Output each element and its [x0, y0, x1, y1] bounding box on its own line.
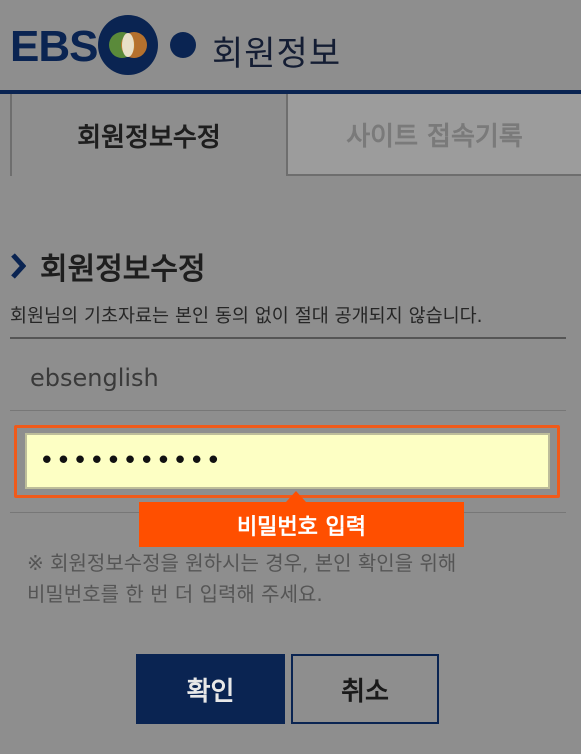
ebs-logo-text[interactable]: EBS	[10, 22, 98, 72]
chevron-right-icon	[11, 253, 26, 279]
page-title: 회원정보	[212, 34, 342, 74]
divider	[10, 337, 566, 339]
notice-line: 비밀번호를 한 번 더 입력해 주세요.	[27, 582, 323, 606]
tooltip-arrow	[286, 491, 306, 502]
section-title: 회원정보수정	[40, 252, 206, 287]
section-heading: 회원정보수정	[10, 244, 206, 288]
divider	[10, 410, 566, 411]
confirm-button[interactable]: 확인	[136, 654, 285, 724]
privacy-description: 회원님의 기초자료는 본인 동의 없이 절대 공개되지 않습니다.	[10, 306, 483, 327]
user-id-field: ebsenglish	[30, 364, 159, 392]
cancel-button[interactable]: 취소	[291, 654, 439, 724]
password-tooltip: 비밀번호 입력	[139, 502, 464, 547]
tab-bar: 회원정보수정 사이트 접속기록	[10, 94, 581, 178]
notice-text: ※ 회원정보수정을 원하시는 경우, 본인 확인을 위해 비밀번호를 한 번 더…	[27, 548, 527, 610]
ebs-logo-icon[interactable]	[98, 15, 200, 75]
header: EBS 회원정보	[0, 0, 581, 92]
tab-site-access-log[interactable]: 사이트 접속기록	[288, 94, 581, 176]
password-input[interactable]: •••••••••••	[25, 433, 550, 489]
tab-edit-member-info[interactable]: 회원정보수정	[10, 94, 288, 176]
notice-line: ※ 회원정보수정을 원하시는 경우, 본인 확인을 위해	[27, 551, 457, 575]
